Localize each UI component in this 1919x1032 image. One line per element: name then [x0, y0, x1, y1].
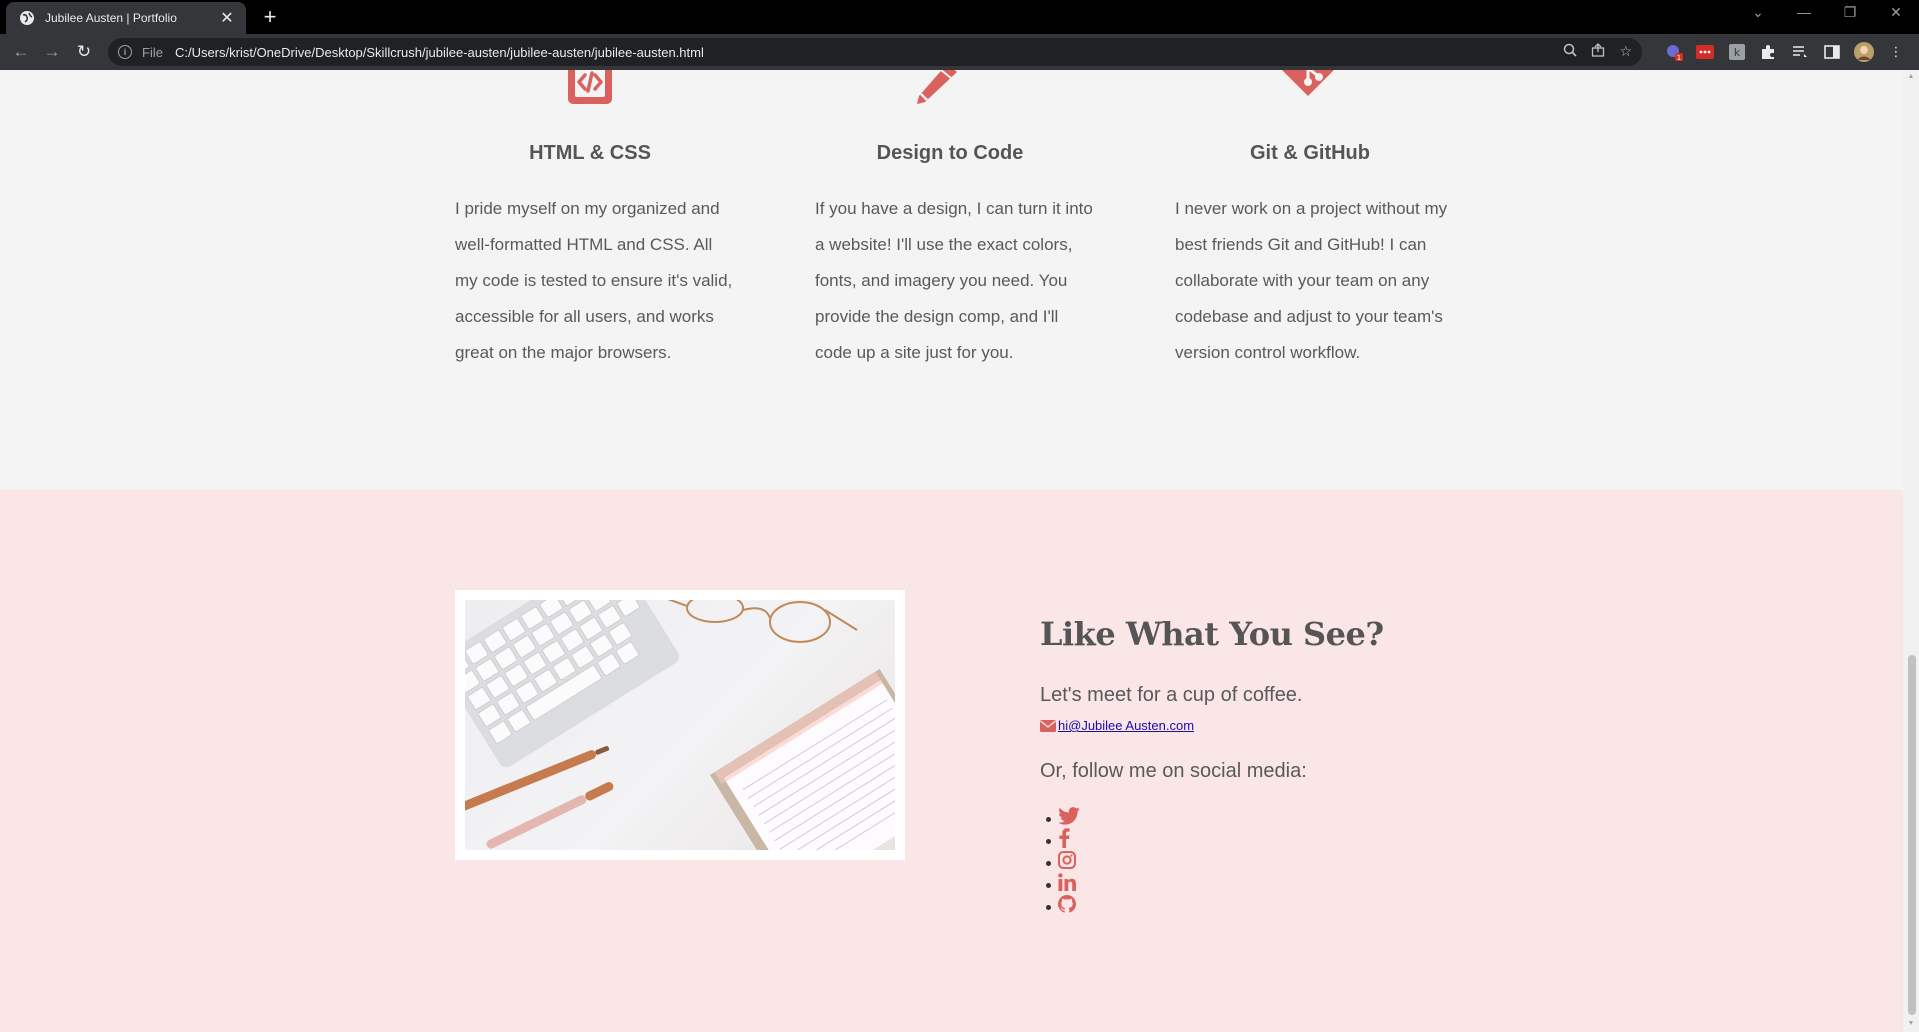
contact-section: Like What You See? Let's meet for a cup …: [0, 490, 1903, 1032]
reload-button[interactable]: ↻: [73, 41, 95, 63]
profile-avatar[interactable]: [1854, 42, 1874, 62]
email-link[interactable]: hi@Jubilee Austen.com: [1058, 718, 1194, 733]
browser-menu-icon[interactable]: ⋮: [1886, 42, 1906, 62]
skill-description: I pride myself on my organized and well-…: [455, 199, 733, 362]
desk-photo-frame: [455, 590, 905, 860]
forward-button[interactable]: →: [41, 41, 63, 63]
url-text[interactable]: C:/Users/krist/OneDrive/Desktop/Skillcru…: [175, 45, 704, 60]
scrollbar-thumb[interactable]: [1908, 655, 1916, 1015]
email-row: hi@Jubilee Austen.com: [1040, 718, 1194, 733]
page-viewport: HTML & CSS I pride myself on my organize…: [0, 70, 1903, 1032]
new-tab-button[interactable]: +: [258, 5, 282, 29]
skill-title: Design to Code: [876, 142, 1024, 164]
close-window-button[interactable]: ✕: [1886, 4, 1906, 21]
scheme-label: File: [142, 44, 163, 60]
editor-extension-icon[interactable]: k: [1727, 42, 1747, 62]
zoom-icon[interactable]: [1563, 43, 1578, 60]
side-panel-icon[interactable]: [1822, 42, 1842, 62]
follow-text: Or, follow me on social media:: [1040, 760, 1307, 782]
extension-icon[interactable]: 1: [1664, 42, 1684, 62]
coffee-text: Let's meet for a cup of coffee.: [1040, 684, 1303, 706]
social-links: [1046, 805, 1080, 915]
skill-title: HTML & CSS: [529, 142, 651, 164]
minimize-button[interactable]: —: [1794, 4, 1814, 20]
social-item-instagram[interactable]: [1046, 849, 1080, 871]
scroll-down-arrow[interactable]: ▼: [1905, 1020, 1917, 1027]
social-item-facebook[interactable]: [1046, 827, 1080, 849]
tab-search-icon[interactable]: ⌄: [1748, 4, 1768, 21]
skills-section: HTML & CSS I pride myself on my organize…: [0, 70, 1903, 490]
facebook-icon[interactable]: [1058, 828, 1070, 848]
github-icon[interactable]: [1058, 895, 1076, 913]
tab-title: Jubilee Austen | Portfolio: [45, 11, 177, 25]
back-button[interactable]: ←: [10, 41, 32, 63]
share-icon[interactable]: [1591, 43, 1605, 60]
close-tab-icon[interactable]: ✕: [218, 8, 236, 28]
reading-list-icon[interactable]: [1790, 42, 1810, 62]
browser-toolbar: ← → ↻ i File C:/Users/krist/OneDrive/Des…: [0, 34, 1919, 70]
puzzle-extensions-icon[interactable]: [1758, 42, 1778, 62]
browser-titlebar: Jubilee Austen | Portfolio ✕ + ⌄ — ❐ ✕: [0, 0, 1919, 34]
skill-description: If you have a design, I can turn it into…: [815, 199, 1093, 362]
instagram-icon[interactable]: [1058, 851, 1076, 869]
skill-description: I never work on a project without my bes…: [1175, 199, 1448, 362]
restore-button[interactable]: ❐: [1840, 4, 1860, 21]
contact-heading: Like What You See?: [1040, 615, 1384, 653]
scroll-up-arrow[interactable]: ▲: [1905, 73, 1917, 80]
address-bar[interactable]: i File C:/Users/krist/OneDrive/Desktop/S…: [108, 38, 1642, 66]
social-item-github[interactable]: [1046, 893, 1080, 915]
lastpass-extension-icon[interactable]: [1695, 42, 1715, 62]
globe-icon: [19, 10, 35, 26]
svg-text:1: 1: [1677, 54, 1681, 61]
twitter-icon[interactable]: [1058, 807, 1080, 825]
social-item-twitter[interactable]: [1046, 805, 1080, 827]
desk-photo: [465, 600, 895, 850]
linkedin-icon[interactable]: [1058, 873, 1076, 891]
envelope-icon: [1040, 719, 1056, 732]
social-item-linkedin[interactable]: [1046, 871, 1080, 893]
svg-text:k: k: [1734, 46, 1741, 59]
code-file-icon: [568, 70, 612, 104]
skill-title: Git & GitHub: [1250, 142, 1370, 164]
pencil-icon: [917, 70, 957, 104]
browser-tab[interactable]: Jubilee Austen | Portfolio ✕: [6, 2, 246, 34]
bookmark-star-icon[interactable]: ☆: [1619, 43, 1632, 60]
info-icon[interactable]: i: [118, 45, 132, 59]
git-icon: [1282, 70, 1334, 96]
